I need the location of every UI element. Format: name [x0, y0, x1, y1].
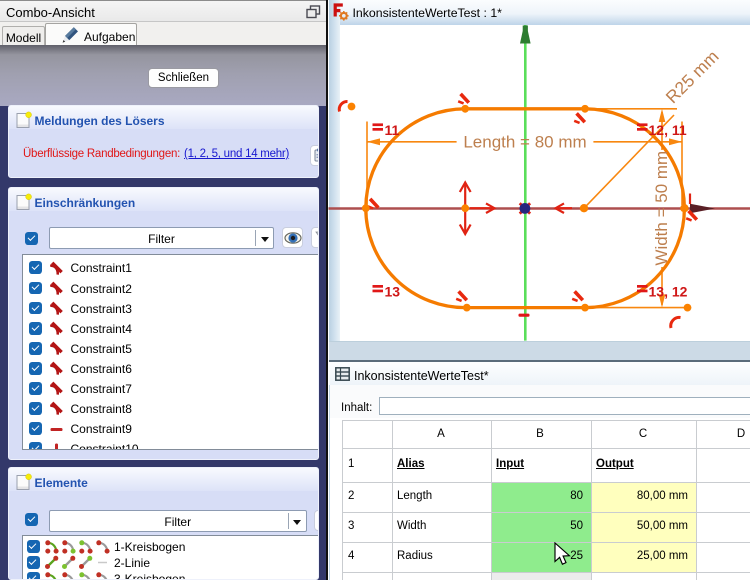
svg-text:Width = 50 mm: Width = 50 mm: [652, 151, 671, 266]
svg-text:Length = 80 mm: Length = 80 mm: [463, 133, 586, 152]
svg-text:R25 mm: R25 mm: [662, 46, 723, 107]
svg-text:13: 13: [385, 284, 401, 300]
svg-text:13, 12: 13, 12: [649, 284, 688, 300]
svg-text:11: 11: [385, 122, 400, 138]
svg-text:12, 11: 12, 11: [649, 122, 687, 138]
